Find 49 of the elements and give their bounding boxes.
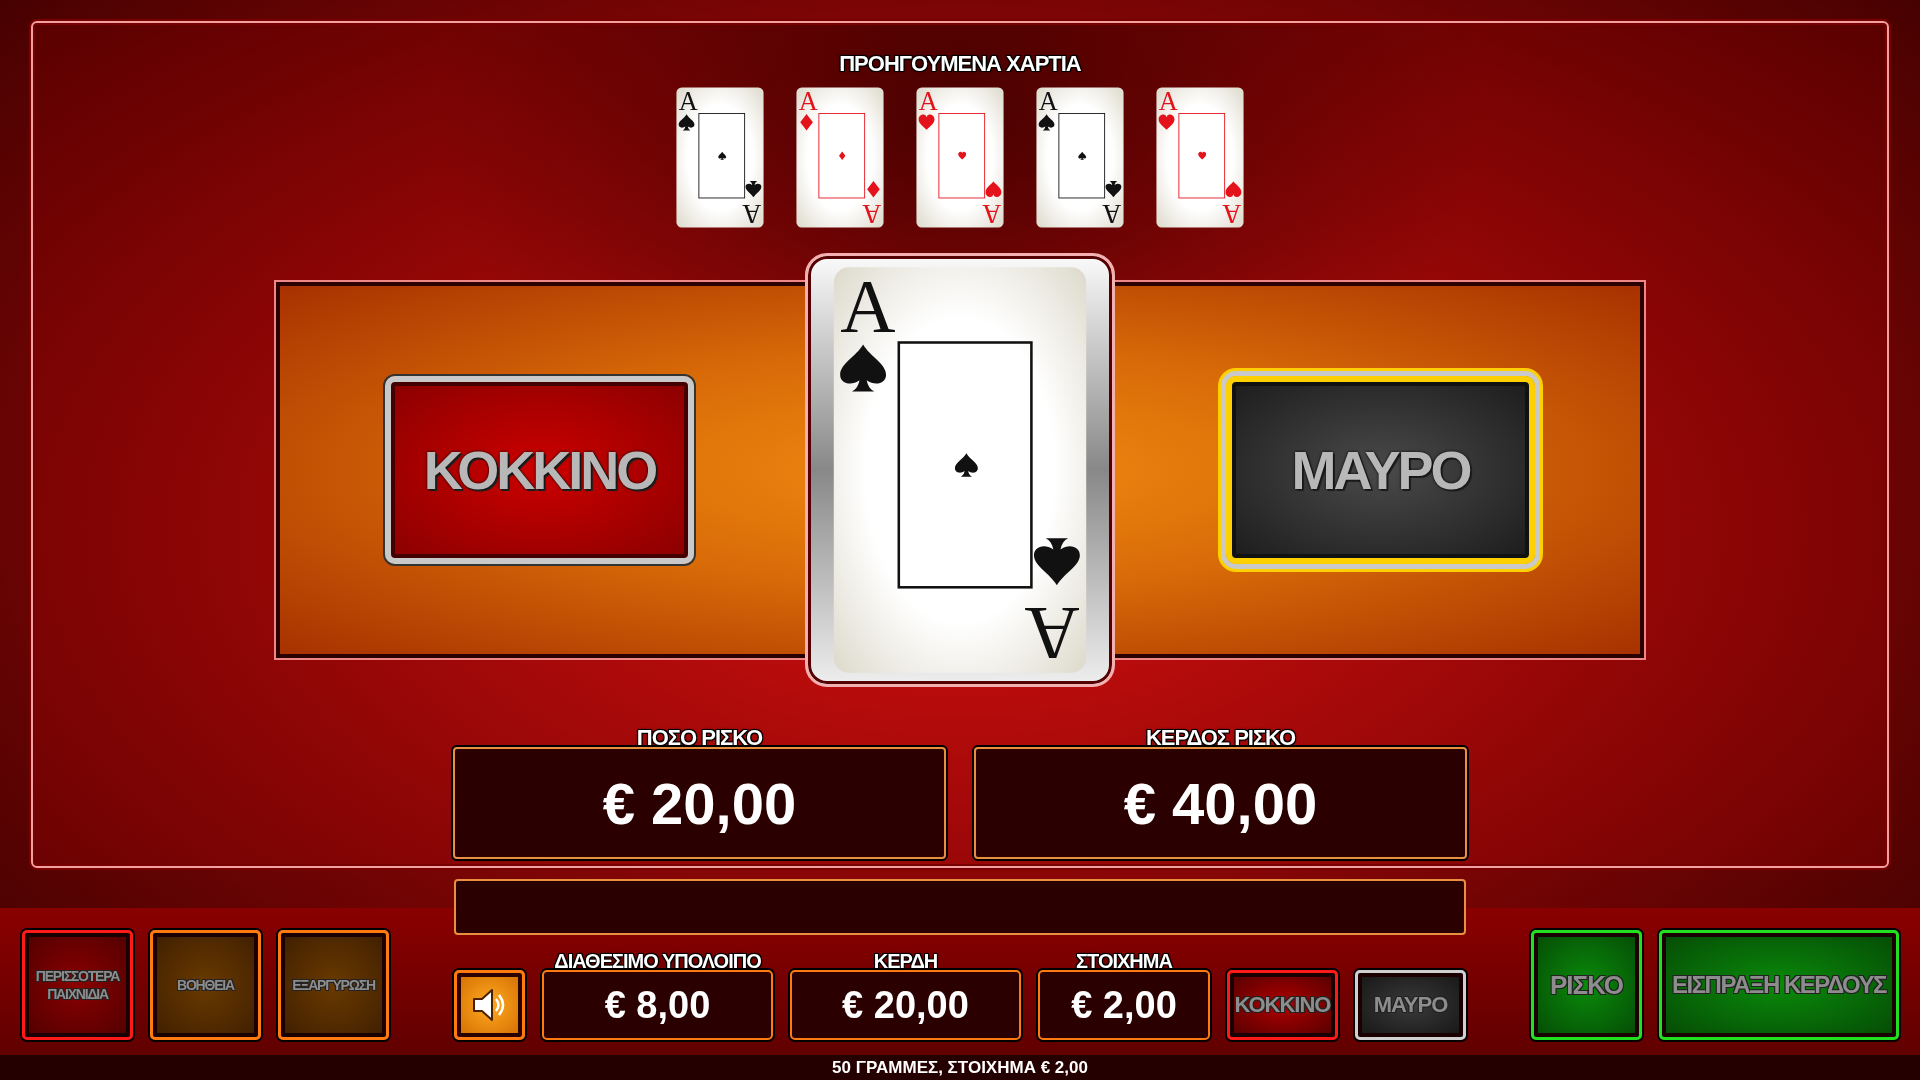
status-bar: 50 ΓΡΑΜΜΕΣ, ΣΤΟΙΧΗΜΑ € 2,00 — [0, 1055, 1920, 1080]
display-value: € 2,00 — [1038, 970, 1210, 1040]
card-rank: A — [1222, 199, 1242, 228]
card-rank: A — [918, 87, 938, 116]
card-rank: A — [840, 266, 896, 350]
quick-bet-button[interactable]: ΚΟΚΚΙΝΟ — [1227, 970, 1338, 1040]
suit-icon — [1225, 181, 1242, 198]
suit-icon — [718, 151, 727, 160]
suit-icon — [958, 151, 967, 160]
display-label: ΣΤΟΙΧΗΜΑ — [1076, 950, 1172, 973]
card-rank: A — [862, 199, 882, 228]
card-rank: A — [1038, 87, 1058, 116]
display-value: € 8,00 — [542, 970, 773, 1040]
card-rank: A — [1102, 199, 1122, 228]
suit-icon — [1078, 151, 1087, 160]
suit-icon — [840, 344, 887, 392]
menu-button[interactable]: ΕΞΑΡΓΥΡΩΣΗ — [278, 930, 389, 1040]
suit-icon — [1038, 114, 1055, 131]
meter-value: € 40,00 — [974, 747, 1467, 859]
previous-cards-title: ΠΡΟΗΓΟΥΜΕΝΑ ΧΑΡΤΙΑ — [839, 51, 1081, 77]
suit-icon — [1105, 181, 1122, 198]
card-rank: A — [982, 199, 1002, 228]
display-value: € 20,00 — [790, 970, 1021, 1040]
display-label: ΔΙΑΘΕΣΙΜΟ ΥΠΟΛΟΙΠΟ — [554, 950, 761, 973]
card-rank: A — [678, 87, 698, 116]
suit-icon — [678, 114, 695, 131]
suit-icon — [1158, 114, 1175, 130]
suit-icon — [745, 181, 762, 198]
card-rank: A — [1158, 87, 1178, 116]
display-label: ΚΕΡΔΗ — [873, 950, 938, 973]
choice-button[interactable]: ΚΟΚΚΙΝΟ — [385, 376, 694, 564]
suit-icon — [839, 151, 846, 160]
suit-icon — [1198, 151, 1207, 160]
menu-button[interactable]: ΠΕΡΙΣΣΟΤΕΡΑ ΠΑΙΧΝΙΔΙΑ — [22, 930, 133, 1040]
action-button[interactable]: ΕΙΣΠΡΑΞΗ ΚΕΡΔΟΥΣ — [1659, 930, 1899, 1040]
quick-bet-button[interactable]: ΜΑΥΡΟ — [1355, 970, 1466, 1040]
suit-icon — [867, 180, 880, 198]
card-rank: A — [1024, 590, 1080, 674]
suit-icon — [1033, 538, 1080, 586]
suit-icon — [918, 114, 935, 130]
action-button[interactable]: ΡΙΣΚΟ — [1531, 930, 1642, 1040]
suit-icon — [985, 181, 1002, 198]
meter-value: € 20,00 — [453, 747, 946, 859]
menu-button[interactable]: ΒΟΗΘΕΙΑ — [150, 930, 261, 1040]
sound-button[interactable] — [454, 970, 525, 1040]
suit-icon — [800, 114, 813, 131]
card-rank: A — [742, 199, 762, 228]
card-rank: A — [798, 87, 818, 116]
suit-icon — [954, 453, 978, 477]
